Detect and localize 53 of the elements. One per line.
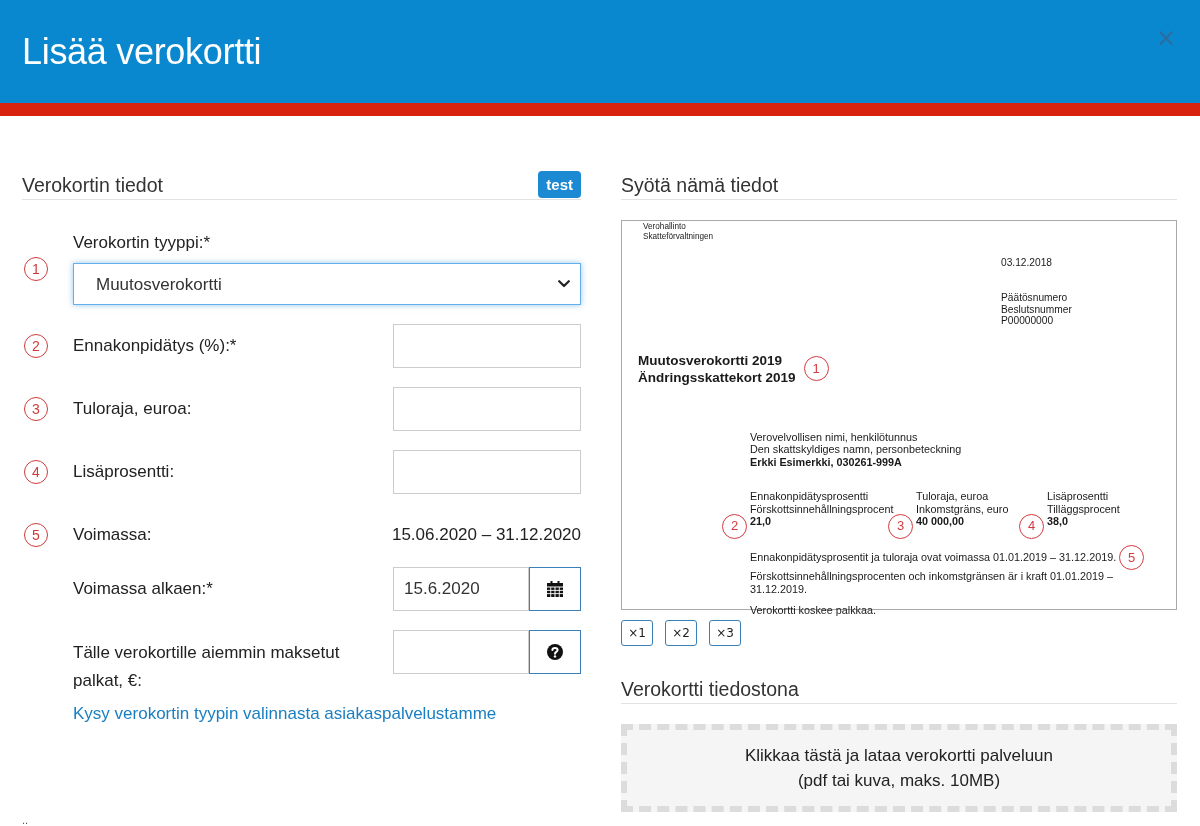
upload-dropzone[interactable]: Klikkaa tästä ja lataa verokortti palveluun (pdf tai kuva, maks. 10MB) <box>621 724 1177 812</box>
date-input[interactable]: 15.6.2020 <box>393 567 529 611</box>
text-input[interactable] <box>393 387 581 431</box>
field-label: Tälle verokortille aiemmin maksetut palkat, €: <box>73 642 341 692</box>
figure-label: Lisäprosentti <box>1047 490 1109 503</box>
field-label: Verokortin tyyppi:* <box>73 232 211 254</box>
help-icon <box>547 644 563 660</box>
taxpayer-label: Verovelvollisen nimi, henkilötunnus <box>750 430 918 443</box>
calendar-button[interactable] <box>529 567 581 611</box>
decision-line: P00000000 <box>1001 315 1054 327</box>
document-date: 03.12.2018 <box>1001 257 1052 269</box>
text-input[interactable] <box>393 450 581 494</box>
figure-label: Ennakonpidätysprosentti <box>750 490 869 503</box>
validity-period: 15.06.2020 – 31.12.2020 <box>391 525 581 545</box>
validity-text: Ennakonpidätysprosentit ja tuloraja ovat voimassa 01.01.2019 – 31.12.2019. <box>750 550 1117 564</box>
calendar-icon <box>547 581 563 597</box>
section-heading: Syötä nämä tiedot <box>621 172 779 198</box>
text-input[interactable] <box>393 630 529 674</box>
figure-label: Tuloraja, euroa <box>916 490 989 503</box>
figure-label: Inkomstgräns, euro <box>916 502 1009 515</box>
taxpayer-label: Den skattskyldiges namn, personbeteckning <box>750 443 962 456</box>
test-button[interactable]: test <box>538 171 581 198</box>
issuer-line: Verohallinto <box>643 222 686 232</box>
figure-label: Tilläggsprocent <box>1047 502 1120 515</box>
figure-label: Förskottsinnehållningsprocent <box>750 502 894 515</box>
chevron-down-icon <box>558 280 570 288</box>
section-heading: Verokortin tiedot <box>22 172 163 198</box>
issuer-line: Skatteförvaltningen <box>643 232 714 242</box>
card-type-select[interactable]: Muutosverokortti <box>73 263 581 305</box>
field-label: Voimassa alkaen:* <box>73 578 214 600</box>
customer-service-link[interactable]: Kysy verokortin tyypin valinnasta asiakaspalvelustamme <box>73 703 497 725</box>
decision-line: Päätösnumero <box>1001 292 1068 304</box>
taxpayer-value: Erkki Esimerkki, 030261-999A <box>750 455 902 468</box>
field-label: Voimassa: <box>73 524 153 546</box>
figure-value: 38,0 <box>1047 515 1068 528</box>
text-input[interactable] <box>393 324 581 368</box>
field-label: Ennakonpidätys (%):* <box>73 335 238 357</box>
zoom-button[interactable]: ×1 <box>621 620 653 646</box>
section-heading: Verokortti tiedostona <box>621 676 799 702</box>
document-note: Verokortti koskee palkkaa. <box>750 603 877 617</box>
text-fragment: .. <box>22 814 29 826</box>
decision-line: Beslutsnummer <box>1001 303 1072 315</box>
zoom-button[interactable]: ×2 <box>665 620 697 646</box>
figure-value: 40 000,00 <box>916 515 965 528</box>
document-title: Muutosverokortti 2019 <box>638 351 784 369</box>
help-button[interactable] <box>529 630 581 674</box>
dialog-title: Lisää verokortti <box>22 30 262 73</box>
validity-text: Förskottsinnehållningsprocenten och inkomstgränsen är i kraft 01.01.2019 – 31.12.2019. <box>750 569 1115 596</box>
document-title: Ändringsskattekort 2019 <box>638 368 796 386</box>
field-label: Tuloraja, euroa: <box>73 398 193 420</box>
figure-value: 21,0 <box>750 515 771 528</box>
zoom-button[interactable]: ×3 <box>709 620 741 646</box>
field-label: Lisäprosentti: <box>73 461 176 483</box>
